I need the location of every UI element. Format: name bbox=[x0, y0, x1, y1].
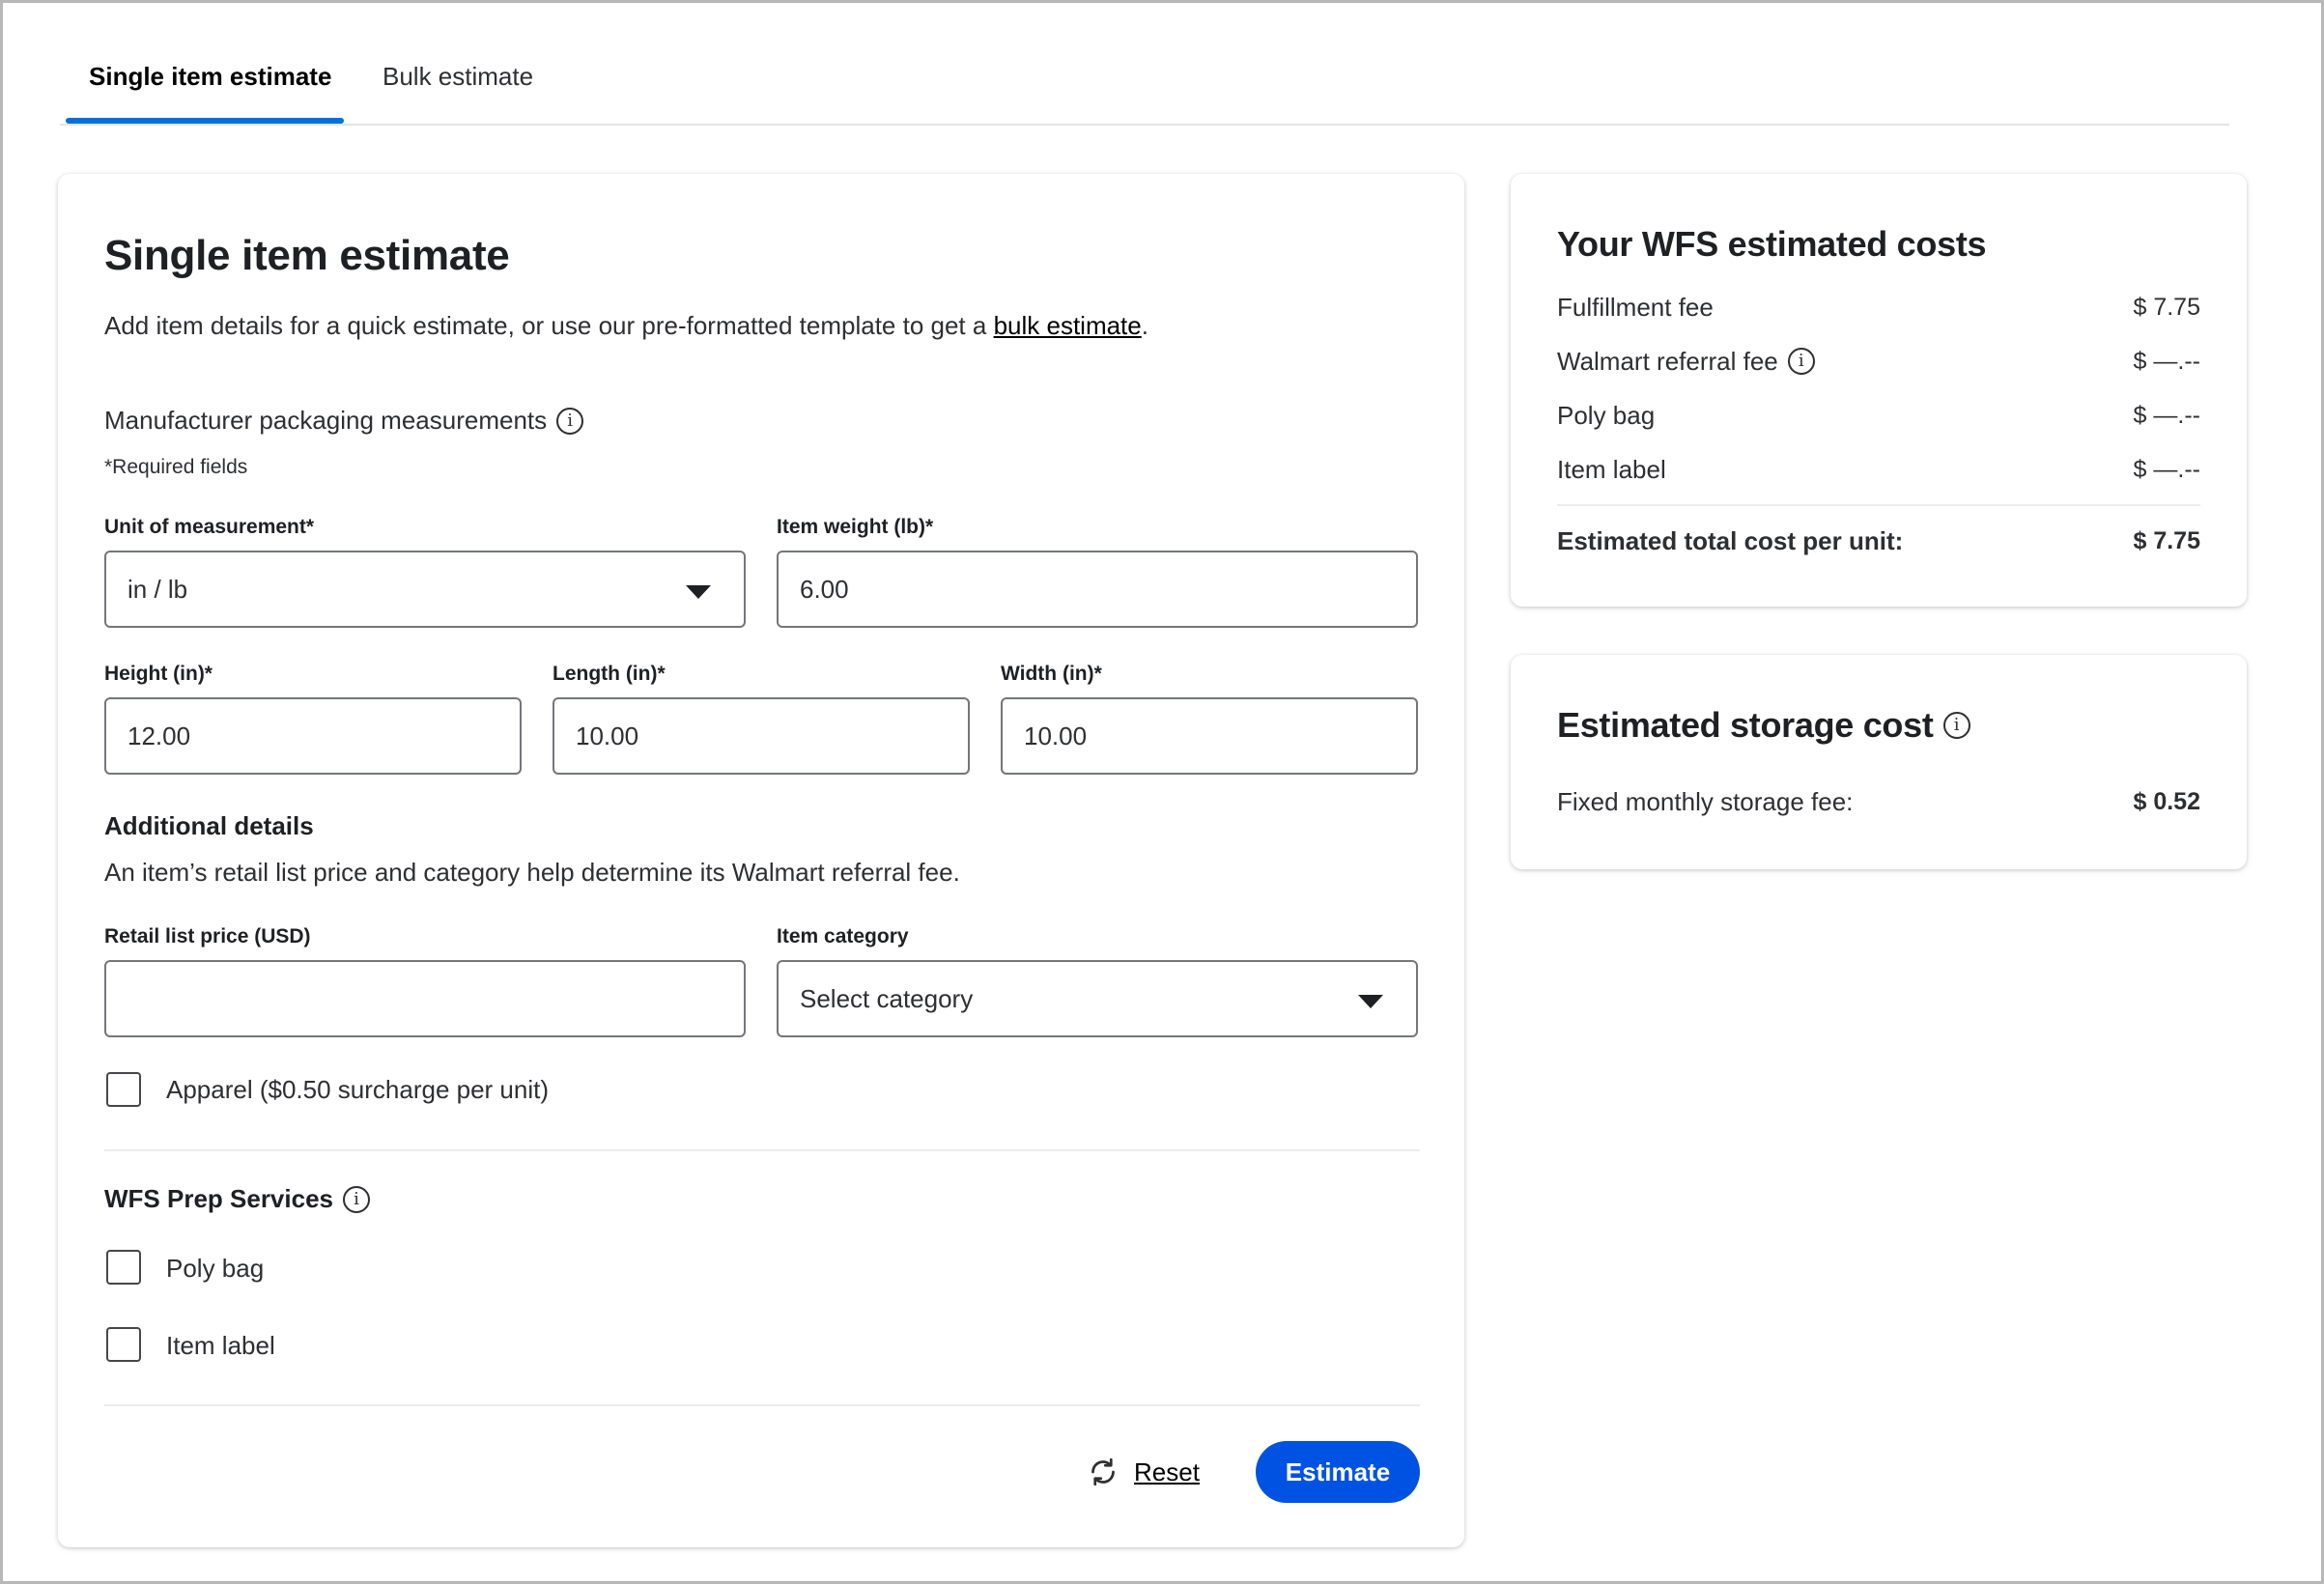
storage-title-text: Estimated storage cost bbox=[1557, 705, 1934, 745]
caret-down-icon bbox=[1358, 995, 1383, 1008]
cost-label: Walmart referral fee bbox=[1557, 346, 1778, 376]
costs-title: Your WFS estimated costs bbox=[1557, 224, 1987, 264]
length-input[interactable]: 10.00 bbox=[553, 697, 970, 775]
reset-label: Reset bbox=[1134, 1457, 1200, 1486]
total-value: $ 7.75 bbox=[2133, 526, 2200, 554]
apparel-label: Apparel ($0.50 surcharge per unit) bbox=[166, 1075, 550, 1104]
unit-select[interactable]: in / lb bbox=[104, 551, 746, 628]
total-label: Estimated total cost per unit: bbox=[1557, 525, 1904, 555]
form-title: Single item estimate bbox=[104, 232, 510, 279]
item-label-checkbox[interactable] bbox=[106, 1327, 141, 1362]
additional-details-description: An item’s retail list price and category… bbox=[104, 858, 960, 887]
additional-details-heading: Additional details bbox=[104, 811, 314, 840]
measurements-heading-text: Manufacturer packaging measurements bbox=[104, 406, 548, 435]
info-icon[interactable]: i bbox=[343, 1185, 370, 1213]
item-label-label: Item label bbox=[166, 1331, 275, 1360]
caret-down-icon bbox=[686, 585, 711, 599]
cost-row-total: Estimated total cost per unit: $ 7.75 bbox=[1557, 523, 2200, 558]
cost-label: Poly bag bbox=[1557, 400, 1656, 430]
price-label: Retail list price (USD) bbox=[104, 925, 311, 948]
tab-bar: Single item estimate Bulk estimate bbox=[60, 0, 2229, 126]
category-select-value: Select category bbox=[800, 983, 974, 1013]
weight-label: Item weight (lb)* bbox=[777, 516, 934, 538]
apparel-checkbox[interactable] bbox=[106, 1072, 141, 1107]
cost-value: $ —.-- bbox=[2133, 401, 2200, 429]
form-intro: Add item details for a quick estimate, o… bbox=[104, 311, 1148, 341]
width-input[interactable]: 10.00 bbox=[1001, 697, 1418, 775]
height-input[interactable]: 12.00 bbox=[104, 697, 522, 775]
cost-value: $ —.-- bbox=[2133, 347, 2200, 375]
width-input-value: 10.00 bbox=[1024, 721, 1088, 750]
length-input-value: 10.00 bbox=[576, 721, 639, 750]
bulk-estimate-link[interactable]: bulk estimate bbox=[994, 311, 1142, 340]
retail-price-input[interactable] bbox=[104, 960, 746, 1037]
divider bbox=[104, 1149, 1420, 1151]
info-icon[interactable]: i bbox=[1942, 712, 1970, 739]
active-tab-indicator bbox=[66, 118, 344, 124]
cost-row-fulfillment: Fulfillment fee $ 7.75 bbox=[1557, 290, 2200, 325]
intro-period: . bbox=[1141, 311, 1148, 340]
storage-fee-label: Fixed monthly storage fee: bbox=[1557, 786, 1854, 816]
cost-value: $ —.-- bbox=[2133, 455, 2200, 483]
estimated-costs-card: Your WFS estimated costs Fulfillment fee… bbox=[1511, 174, 2247, 607]
cost-row-item-label: Item label $ —.-- bbox=[1557, 452, 2200, 487]
intro-text: Add item details for a quick estimate, o… bbox=[104, 311, 994, 340]
storage-cost-card: Estimated storage cost i Fixed monthly s… bbox=[1511, 655, 2247, 869]
cost-label: Fulfillment fee bbox=[1557, 292, 1714, 322]
storage-fee-row: Fixed monthly storage fee: $ 0.52 bbox=[1557, 784, 2200, 819]
tab-bulk-estimate[interactable]: Bulk estimate bbox=[383, 62, 533, 92]
unit-select-value: in / lb bbox=[128, 574, 188, 604]
height-input-value: 12.00 bbox=[128, 721, 191, 750]
cost-value: $ 7.75 bbox=[2133, 293, 2200, 321]
divider bbox=[104, 1404, 1420, 1406]
cost-label-with-info: Walmart referral fee i bbox=[1557, 347, 1815, 377]
weight-input-value: 6.00 bbox=[800, 574, 849, 604]
cost-label: Item label bbox=[1557, 454, 1666, 484]
info-icon[interactable]: i bbox=[556, 407, 584, 435]
length-label: Length (in)* bbox=[553, 663, 666, 685]
category-select[interactable]: Select category bbox=[777, 960, 1418, 1037]
prep-services-heading: WFS Prep Services i bbox=[104, 1184, 370, 1214]
required-note: *Required fields bbox=[104, 456, 248, 478]
height-label: Height (in)* bbox=[104, 663, 213, 685]
category-label: Item category bbox=[777, 925, 909, 948]
measurements-heading: Manufacturer packaging measurements i bbox=[104, 406, 584, 436]
single-item-estimate-card: Single item estimate Add item details fo… bbox=[58, 174, 1464, 1547]
prep-services-heading-text: WFS Prep Services bbox=[104, 1184, 333, 1213]
unit-label: Unit of measurement* bbox=[104, 516, 315, 538]
info-icon[interactable]: i bbox=[1787, 348, 1815, 375]
reset-button[interactable]: Reset bbox=[1086, 1451, 1200, 1493]
estimate-button[interactable]: Estimate bbox=[1256, 1441, 1420, 1503]
divider bbox=[1557, 504, 2200, 506]
tab-single-item-estimate[interactable]: Single item estimate bbox=[89, 62, 331, 92]
cost-row-referral: Walmart referral fee i $ —.-- bbox=[1557, 344, 2200, 379]
storage-title: Estimated storage cost i bbox=[1557, 705, 1970, 746]
poly-bag-checkbox[interactable] bbox=[106, 1250, 141, 1285]
refresh-icon bbox=[1091, 1457, 1115, 1486]
cost-row-poly-bag: Poly bag $ —.-- bbox=[1557, 398, 2200, 433]
poly-bag-label: Poly bag bbox=[166, 1254, 265, 1283]
weight-input[interactable]: 6.00 bbox=[777, 551, 1418, 628]
width-label: Width (in)* bbox=[1001, 663, 1102, 685]
storage-fee-value: $ 0.52 bbox=[2133, 787, 2200, 815]
